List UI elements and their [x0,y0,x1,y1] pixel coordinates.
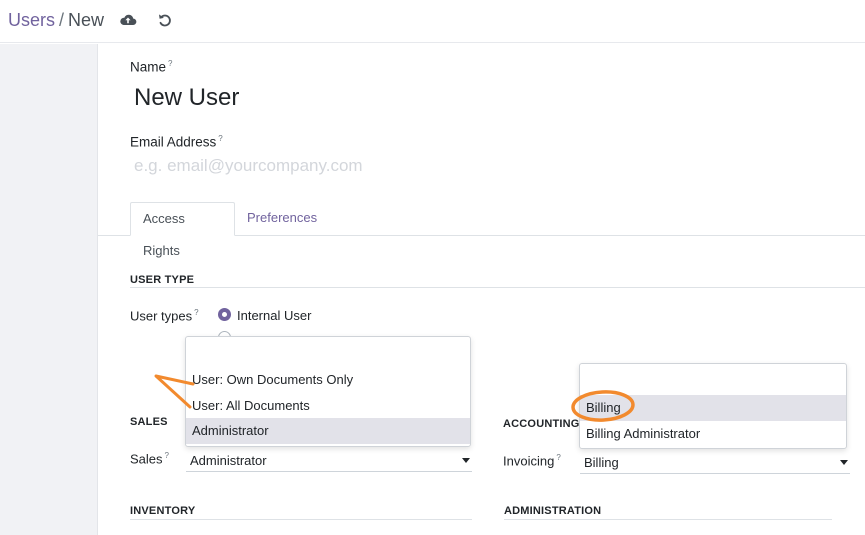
name-field[interactable]: New User [134,84,239,112]
sales-label: Sales? [130,451,169,467]
cloud-upload-icon[interactable] [119,11,137,29]
email-help-icon[interactable]: ? [218,134,222,143]
invoicing-dropdown-menu: Billing Billing Administrator [579,363,847,449]
breadcrumb-separator: / [59,10,65,30]
invoicing-help-icon[interactable]: ? [556,453,560,462]
section-divider [130,287,865,288]
section-user-type: USER TYPE [130,274,195,286]
radio-internal-user-label[interactable]: Internal User [237,308,311,323]
tab-preferences[interactable]: Preferences [235,202,329,236]
name-help-icon[interactable]: ? [168,59,172,68]
breadcrumb: Users / New [8,10,104,31]
invoicing-label: Invoicing? [503,453,561,469]
invoicing-select[interactable]: Billing [580,452,850,474]
section-inventory: INVENTORY [130,505,196,517]
dropdown-option-empty[interactable] [186,339,470,365]
chevron-down-icon [840,460,848,465]
section-divider [130,519,472,520]
breadcrumb-users-link[interactable]: Users [8,10,55,30]
sales-select-value: Administrator [190,453,267,468]
radio-internal-user[interactable] [218,308,231,321]
dropdown-option-billing[interactable]: Billing [580,395,846,421]
section-accounting: ACCOUNTING [503,418,580,430]
left-sidebar [0,44,98,535]
breadcrumb-current: New [68,10,105,30]
section-administration: ADMINISTRATION [504,505,602,517]
email-field[interactable]: e.g. email@yourcompany.com [134,156,363,176]
dropdown-option-empty[interactable] [580,366,846,392]
dropdown-option-billing-administrator[interactable]: Billing Administrator [580,421,846,447]
section-sales: SALES [130,416,168,428]
email-label: Email Address? [130,134,223,150]
dropdown-option-all-documents[interactable]: User: All Documents [186,393,470,419]
sales-select[interactable]: Administrator [186,450,472,472]
sales-dropdown-menu: User: Own Documents Only User: All Docum… [185,336,471,447]
dropdown-option-own-documents[interactable]: User: Own Documents Only [186,367,470,393]
section-divider [504,519,832,520]
user-types-help-icon[interactable]: ? [194,308,198,317]
invoicing-select-value: Billing [584,455,619,470]
name-label: Name? [130,59,173,75]
chevron-down-icon [462,458,470,463]
tab-access-rights[interactable]: Access Rights [130,202,235,258]
user-types-label: User types? [130,308,199,324]
dropdown-option-administrator[interactable]: Administrator [186,418,470,444]
control-panel: Users / New [0,0,865,43]
undo-icon[interactable] [156,11,174,29]
sales-help-icon[interactable]: ? [165,451,169,460]
